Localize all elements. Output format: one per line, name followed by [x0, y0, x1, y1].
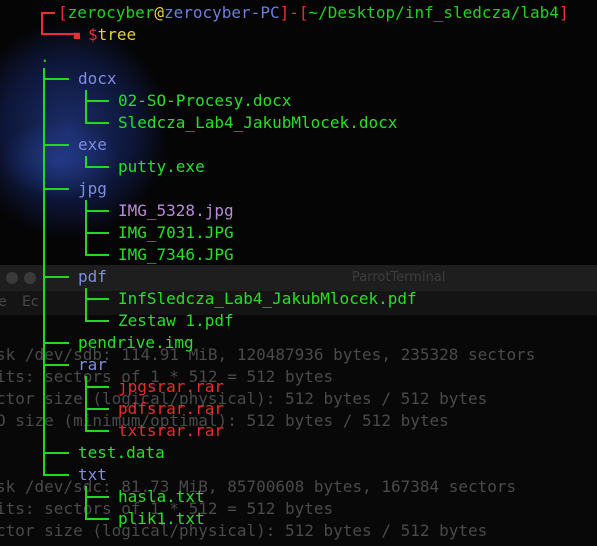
- file-pendrive[interactable]: pendrive.img: [78, 332, 194, 354]
- tree-branch: [85, 298, 109, 300]
- tree-branch: [85, 320, 109, 322]
- tree-branch: [85, 122, 109, 124]
- file-testdata[interactable]: test.data: [78, 442, 165, 464]
- tree-branch: [43, 364, 69, 366]
- dir-pdf[interactable]: pdf: [78, 266, 107, 288]
- tree-branch: [43, 342, 69, 344]
- tree-root: .: [40, 47, 50, 66]
- file-entry[interactable]: IMG_5328.jpg: [118, 200, 234, 222]
- command-text: $tree: [88, 25, 137, 44]
- tree-branch: [43, 276, 69, 278]
- terminal-output[interactable]: [zerocyber@zerocyber-PC]-[~/Desktop/inf_…: [0, 0, 597, 546]
- file-entry[interactable]: InfSledcza_Lab4_JakubMlocek.pdf: [118, 288, 417, 310]
- tree-branch: [43, 474, 69, 476]
- file-entry[interactable]: Zestaw 1.pdf: [118, 310, 234, 332]
- dir-txt[interactable]: txt: [78, 464, 107, 486]
- file-entry[interactable]: txtsrar.rar: [118, 420, 224, 442]
- tree-sub-line: [85, 486, 87, 518]
- file-entry[interactable]: hasla.txt: [118, 486, 205, 508]
- file-entry[interactable]: jpgsrar.rar: [118, 376, 224, 398]
- tree-trunk-line: [43, 68, 45, 476]
- tree-sub-line: [85, 90, 87, 122]
- tree-sub-line: [85, 156, 87, 166]
- tree-branch: [85, 430, 109, 432]
- tree-branch: [85, 518, 109, 520]
- tree-branch: [85, 100, 109, 102]
- prompt-at: @: [154, 3, 164, 22]
- tree-branch: [85, 496, 109, 498]
- tree-sub-line: [85, 288, 87, 320]
- prompt-bracket-line: [41, 12, 55, 14]
- file-entry[interactable]: pdfsrar.rar: [118, 398, 224, 420]
- prompt-user: zerocyber: [67, 3, 155, 22]
- prompt-path: ~/Desktop/inf_sledcza/lab4: [308, 3, 559, 22]
- dir-rar[interactable]: rar: [78, 354, 107, 376]
- prompt-arrow: ▪: [72, 25, 82, 44]
- file-entry[interactable]: IMG_7031.JPG: [118, 222, 234, 244]
- file-entry[interactable]: putty.exe: [118, 156, 205, 178]
- dir-docx[interactable]: docx: [78, 68, 117, 90]
- tree-branch: [85, 254, 109, 256]
- prompt-line: [zerocyber@zerocyber-PC]-[~/Desktop/inf_…: [58, 3, 569, 22]
- tree-branch: [85, 166, 109, 168]
- prompt-host: zerocyber-PC: [163, 3, 280, 22]
- tree-branch: [85, 386, 109, 388]
- file-entry[interactable]: IMG_7346.JPG: [118, 244, 234, 266]
- tree-branch: [43, 144, 69, 146]
- prompt-bracket-line: [41, 12, 43, 34]
- tree-sub-line: [85, 200, 87, 254]
- file-entry[interactable]: Sledcza_Lab4_JakubMlocek.docx: [118, 112, 397, 134]
- dir-jpg[interactable]: jpg: [78, 178, 107, 200]
- file-entry[interactable]: plik1.txt: [118, 508, 205, 530]
- tree-branch: [85, 232, 109, 234]
- tree-branch: [43, 78, 69, 80]
- tree-branch: [85, 408, 109, 410]
- prompt-bracket-line: [41, 33, 75, 35]
- tree-branch: [43, 188, 69, 190]
- file-entry[interactable]: 02-SO-Procesy.docx: [118, 90, 291, 112]
- tree-branch: [43, 452, 69, 454]
- tree-branch: [85, 210, 109, 212]
- tree-sub-line: [85, 376, 87, 430]
- dir-exe[interactable]: exe: [78, 134, 107, 156]
